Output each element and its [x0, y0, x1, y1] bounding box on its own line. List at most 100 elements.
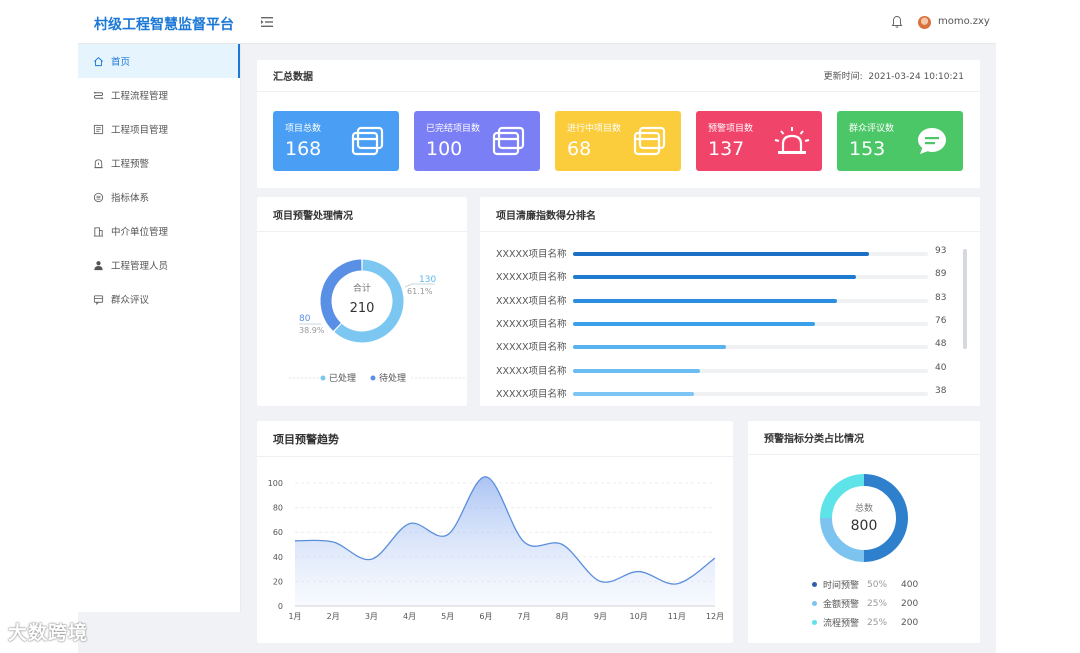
sidebar-item-staff[interactable]: 工程管理人员 — [78, 248, 240, 282]
x-tick-label: 2月 — [327, 612, 340, 621]
sidebar-item-label: 群众评议 — [111, 295, 150, 306]
list-icon — [92, 123, 104, 135]
update-time-label: 更新时间: — [823, 72, 863, 82]
window-icon — [633, 125, 667, 157]
window-icon — [492, 125, 526, 157]
stat-card-total[interactable]: 项目总数 168 — [273, 111, 399, 171]
sidebar-item-home[interactable]: 首页 — [78, 44, 240, 78]
stat-card-warning[interactable]: 预警项目数 137 — [696, 111, 822, 171]
category-legend: 时间预警 50% 400 金额预警 25% 200 流程预警 25% 200 — [812, 575, 972, 632]
x-tick-label: 3月 — [365, 612, 378, 621]
sidebar-item-warning[interactable]: 工程预警 — [78, 146, 240, 180]
legend-processed[interactable]: 已处理 — [329, 372, 356, 384]
legend-name: 流程预警 — [823, 619, 860, 629]
x-tick-label: 1月 — [288, 612, 301, 621]
alarm-icon — [772, 125, 812, 157]
avatar[interactable] — [918, 16, 931, 29]
stat-card-in-progress[interactable]: 进行中项目数 68 — [555, 111, 681, 171]
ranking-row[interactable]: XXXXX项目名称 83 — [480, 293, 950, 307]
ranking-row-name: XXXXX项目名称 — [496, 295, 567, 307]
y-tick-label: 40 — [273, 553, 283, 562]
pending-value-label: 80 — [299, 314, 311, 324]
x-tick-label: 7月 — [518, 612, 531, 621]
x-tick-label: 11月 — [668, 612, 686, 621]
legend-dot-processed — [320, 375, 326, 381]
person-icon — [92, 259, 104, 271]
update-time: 更新时间: 2021-03-24 10:10:21 — [824, 69, 964, 82]
ranking-row[interactable]: XXXXX项目名称 76 — [480, 316, 950, 330]
donut-center-label: 合计 — [353, 282, 371, 294]
category-donut-chart: 总数 800 — [820, 474, 908, 562]
ranking-row-name: XXXXX项目名称 — [496, 272, 567, 284]
legend-dot-pending — [370, 375, 376, 381]
ranking-bar — [573, 321, 815, 326]
top-bar: 村级工程智慧监督平台 momo.zxy — [78, 0, 996, 44]
trend-area — [295, 476, 715, 606]
bell-icon[interactable] — [890, 15, 904, 29]
sidebar-item-flow[interactable]: 工程流程管理 — [78, 78, 240, 112]
sidebar-item-label: 工程预警 — [111, 159, 150, 170]
legend-pct: 50% — [867, 579, 888, 590]
sidebar-item-label: 工程流程管理 — [111, 91, 169, 102]
handling-title: 项目预警处理情况 — [273, 210, 353, 222]
legend-amount-warning[interactable]: 金额预警 25% 200 — [812, 594, 972, 613]
ranking-row[interactable]: XXXXX项目名称 48 — [480, 339, 950, 353]
sidebar-item-label: 指标体系 — [111, 193, 150, 204]
x-tick-label: 5月 — [441, 612, 454, 621]
sidebar-item-agency[interactable]: 中介单位管理 — [78, 214, 240, 248]
legend-time-warning[interactable]: 时间预警 50% 400 — [812, 575, 972, 594]
legend-value: 400 — [901, 579, 919, 590]
summary-card: 汇总数据 更新时间: 2021-03-24 10:10:21 项目总数 168 … — [257, 60, 980, 188]
app-title: 村级工程智慧监督平台 — [94, 17, 234, 33]
stat-card-completed[interactable]: 已完结项目数 100 — [414, 111, 540, 171]
ranking-row-value: 40 — [935, 362, 947, 373]
ranking-row-value: 38 — [935, 385, 947, 396]
ranking-track — [573, 321, 928, 326]
y-tick-label: 20 — [273, 577, 283, 586]
sidebar-item-label: 首页 — [111, 57, 131, 68]
ranking-bar — [573, 368, 701, 373]
ranking-row-name: XXXXX项目名称 — [496, 318, 567, 330]
app-shell: 村级工程智慧监督平台 momo.zxy 首页 工程流程管理 工程项目管理 工程预… — [78, 0, 996, 653]
donut-slice — [320, 259, 362, 331]
legend-process-warning[interactable]: 流程预警 25% 200 — [812, 613, 972, 632]
category-title: 预警指标分类占比情况 — [764, 434, 864, 445]
ranking-row[interactable]: XXXXX项目名称 40 — [480, 363, 950, 377]
ranking-track — [573, 275, 928, 280]
ranking-row-name: XXXXX项目名称 — [496, 342, 567, 354]
ranking-row-value: 83 — [935, 292, 947, 303]
ranking-row[interactable]: XXXXX项目名称 93 — [480, 246, 950, 260]
chat-icon — [915, 125, 949, 157]
legend-dot — [812, 601, 817, 606]
ranking-scrollbar[interactable] — [963, 249, 967, 349]
sidebar-item-review[interactable]: 群众评议 — [78, 282, 240, 316]
username[interactable]: momo.zxy — [938, 16, 990, 27]
comment-icon — [92, 293, 104, 305]
ranking-bar — [573, 298, 837, 303]
legend-name: 金额预警 — [823, 600, 860, 610]
ranking-row[interactable]: XXXXX项目名称 38 — [480, 386, 950, 400]
ranking-bar — [573, 391, 694, 396]
trend-area-chart: 0 20 40 60 80 100 1月 2月 3月 4月 5月 6月 7月 8月 9月 10月 11月 12月 — [268, 476, 724, 621]
category-center-label: 总数 — [855, 502, 873, 514]
y-tick-label: 0 — [278, 602, 283, 611]
ranking-row[interactable]: XXXXX项目名称 89 — [480, 269, 950, 283]
handling-donut-chart: 合计 210 130 61.1% 80 38.9% 已处理 待处理 — [289, 259, 467, 384]
legend-dot — [812, 620, 817, 625]
sidebar-item-index[interactable]: 指标体系 — [78, 180, 240, 214]
stat-card-review[interactable]: 群众评议数 153 — [837, 111, 963, 171]
category-center-value: 800 — [851, 518, 878, 534]
index-icon — [92, 191, 104, 203]
sidebar: 首页 工程流程管理 工程项目管理 工程预警 指标体系 中介单位管理 工程管理人员 — [78, 44, 241, 612]
home-icon — [92, 55, 104, 67]
legend-pending[interactable]: 待处理 — [379, 372, 406, 384]
x-tick-label: 4月 — [403, 612, 416, 621]
ranking-title: 项目清廉指数得分排名 — [496, 210, 596, 222]
x-tick-label: 6月 — [479, 612, 492, 621]
sidebar-item-projects[interactable]: 工程项目管理 — [78, 112, 240, 146]
ranking-row-value: 93 — [935, 246, 947, 256]
y-tick-label: 80 — [273, 504, 283, 513]
menu-toggle-icon[interactable] — [260, 15, 274, 29]
summary-title: 汇总数据 — [273, 72, 313, 83]
ranking-row-value: 76 — [935, 315, 947, 326]
